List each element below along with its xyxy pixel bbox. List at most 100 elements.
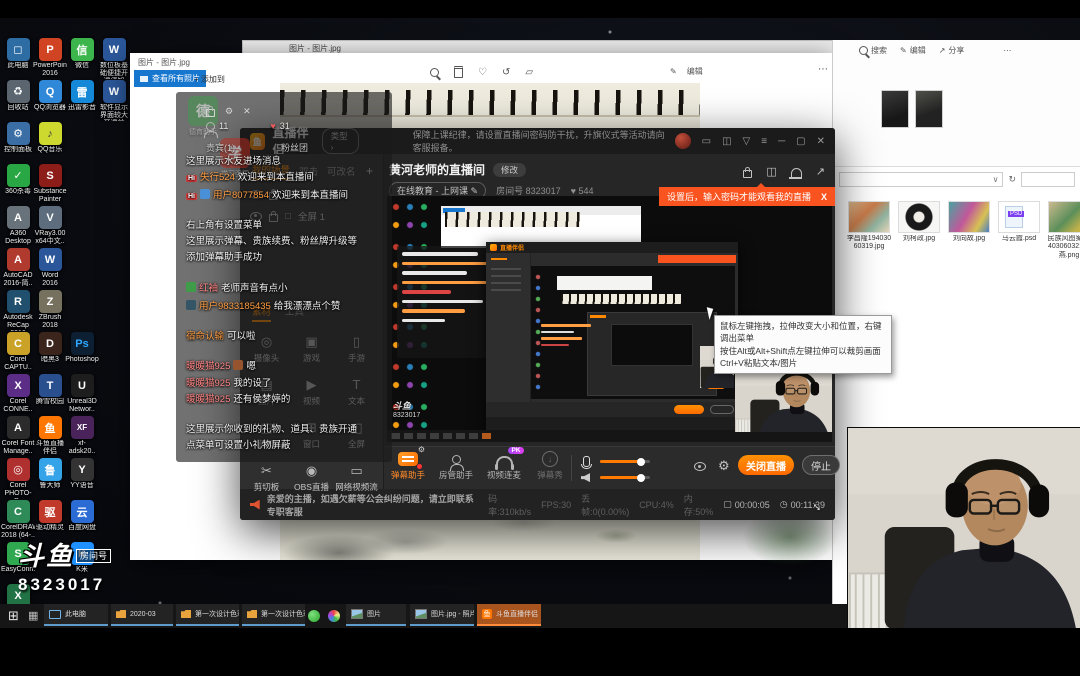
microphone-icon[interactable]: [583, 456, 590, 467]
desktop-icon[interactable]: ✓360杀毒: [2, 164, 34, 196]
tab-vip[interactable]: 贵宾(1): [206, 141, 235, 154]
desktop-icon[interactable]: XCorel CONNE..: [2, 374, 34, 414]
desktop-icon[interactable]: YYY语音: [66, 458, 98, 490]
projection-icon[interactable]: ▭: [702, 136, 711, 147]
favorite-icon[interactable]: ♡: [478, 67, 487, 78]
desktop-icon[interactable]: ♻回收站: [2, 80, 34, 112]
desktop-icon[interactable]: AAutoCAD 2016-简..: [2, 248, 34, 288]
taskbar-item-pictures[interactable]: 图片: [346, 604, 406, 626]
edit-room-button[interactable]: 修改: [493, 163, 526, 177]
video-link-button[interactable]: PK 视频连麦: [484, 451, 524, 481]
refresh-icon[interactable]: ↻: [1008, 174, 1016, 185]
material-obs[interactable]: ◉OBS直播: [289, 463, 334, 493]
danmu-show-button[interactable]: ↓ 弹幕秀: [530, 451, 570, 481]
minimize-button[interactable]: ─: [778, 136, 785, 147]
rotate-icon[interactable]: ↺: [502, 67, 510, 78]
menu-icon[interactable]: ≡: [761, 136, 767, 147]
desktop-icon[interactable]: ZZBrush 2018: [34, 290, 66, 330]
chevron-down-icon[interactable]: ∨: [993, 175, 999, 184]
address-bar[interactable]: ∨: [839, 172, 1003, 187]
taskbar-wechat-icon[interactable]: [308, 610, 320, 622]
share-icon[interactable]: ↗: [816, 165, 825, 178]
gear-icon[interactable]: ⚙: [225, 106, 233, 117]
desktop-icon[interactable]: PPowerPoint 2016: [34, 38, 66, 78]
delete-icon[interactable]: [454, 66, 463, 78]
photo-thumbnail[interactable]: [881, 90, 909, 128]
desktop-icon[interactable]: W数位板基础便捷开课须知: [98, 38, 130, 79]
desktop-icon[interactable]: 云百度网盘: [66, 500, 98, 532]
share-button[interactable]: ↗分享: [939, 45, 965, 56]
maximize-button[interactable]: ▢: [796, 136, 805, 147]
desktop-icon[interactable]: RAutodesk ReCap 2016: [2, 290, 34, 331]
notification-bell-icon[interactable]: [791, 168, 802, 177]
desktop-icon[interactable]: W软件显示界面较大开课前: [98, 80, 130, 121]
file-item[interactable]: 民族风图案19403060321刘燕.png: [1047, 201, 1080, 260]
file-item[interactable]: 刘向故.jpg: [947, 201, 991, 260]
taskbar-item-explorer[interactable]: 此电脑: [44, 604, 108, 626]
desktop-icon[interactable]: D暗黑3: [34, 332, 66, 364]
start-button[interactable]: ⊞: [8, 608, 19, 624]
close-tip-button[interactable]: X: [821, 192, 827, 202]
close-icon[interactable]: ✕: [243, 106, 251, 117]
password-lock-icon[interactable]: [743, 170, 752, 178]
danmu-assistant-button[interactable]: ⚙ 弹幕助手: [388, 451, 428, 481]
desktop-icon[interactable]: 鱼斗鱼直播伴侣: [34, 416, 66, 456]
preview-visibility-icon[interactable]: [694, 462, 706, 471]
desktop-icon[interactable]: VVRay3.00 x64中文..: [34, 206, 66, 246]
lock-icon[interactable]: [206, 109, 215, 117]
desktop-icon[interactable]: ACorel Font Manage..: [2, 416, 34, 456]
desktop-icon[interactable]: 鲁鲁大师: [34, 458, 66, 490]
desktop-icon[interactable]: PsPhotoshop: [66, 332, 98, 364]
desktop-icon[interactable]: CCorelDRAW 2018 (64-..: [2, 500, 34, 540]
settings-gear-icon[interactable]: ⚙: [718, 458, 730, 474]
desktop-icon[interactable]: QQQ浏览器: [34, 80, 66, 112]
desktop-icon[interactable]: CCorel CAPTU..: [2, 332, 34, 372]
search-box[interactable]: [1021, 172, 1075, 187]
more-menu-icon[interactable]: ⋯: [818, 64, 828, 75]
zoom-icon[interactable]: [430, 68, 439, 77]
crop-icon[interactable]: ▱: [525, 67, 533, 78]
desktop-icon[interactable]: ♪QQ音乐: [34, 122, 66, 154]
desktop-icon[interactable]: ⚙控制面板: [2, 122, 34, 154]
add-to-button[interactable]: + 添加到: [194, 74, 225, 85]
avatar[interactable]: [675, 133, 691, 149]
taskbar-item-folder[interactable]: 第一次设计色彩作业: [242, 604, 305, 626]
desktop-icon[interactable]: ◻此电脑: [2, 38, 34, 70]
mini-window-icon[interactable]: ◫: [722, 136, 731, 147]
desktop-icon[interactable]: SSubstance Painter: [34, 164, 66, 204]
taskbar-photos-icon[interactable]: [328, 610, 340, 622]
desktop-icon[interactable]: XFxf-adsk20..: [66, 416, 98, 456]
taskbar-item-photo-viewer[interactable]: 图片.jpg - 照片: [410, 604, 474, 626]
material-network-stream[interactable]: ▭网络视频流: [334, 463, 379, 493]
speaker-icon[interactable]: [581, 473, 590, 482]
task-view-button[interactable]: ▦: [28, 609, 38, 622]
desktop-icon[interactable]: AA360 Desktop: [2, 206, 34, 246]
file-item[interactable]: 刘柯政.jpg: [897, 201, 941, 260]
desktop-icon[interactable]: 信微信: [66, 38, 98, 70]
close-live-button[interactable]: 关闭直播: [738, 455, 794, 475]
close-button[interactable]: ✕: [817, 136, 825, 147]
photo-thumbnail[interactable]: [915, 90, 943, 128]
edit-button[interactable]: ✎编辑: [900, 45, 926, 56]
desktop-icon[interactable]: UUnreal3D Networ..: [66, 374, 98, 414]
stop-button[interactable]: 停止: [802, 455, 840, 475]
taskbar-item-folder[interactable]: 2020-03: [111, 604, 173, 626]
taskbar-item-douyu-active[interactable]: 鱼斗鱼直播伴侣: [477, 604, 541, 626]
speaker-volume-slider[interactable]: [600, 476, 650, 479]
photos-edit-group[interactable]: ✎ 编辑: [670, 66, 703, 77]
layout-icon[interactable]: ◫: [766, 165, 776, 178]
moderator-assistant-button[interactable]: 房管助手: [436, 451, 476, 481]
file-item[interactable]: PSD马云霞.psd: [997, 201, 1041, 260]
tab-fanclub[interactable]: 粉丝团: [281, 141, 308, 154]
search-button[interactable]: 搜索: [859, 45, 887, 56]
desktop-icon[interactable]: T腾雪校园: [34, 374, 66, 406]
desktop-icon[interactable]: 驱驱动精灵: [34, 500, 66, 532]
mic-volume-slider[interactable]: [600, 460, 650, 463]
desktop-icon[interactable]: WWord 2016: [34, 248, 66, 288]
taskbar-item-folder[interactable]: 第一次设计色彩作业: [176, 604, 239, 626]
filter-icon[interactable]: ▽: [743, 136, 751, 147]
more-menu-icon[interactable]: ⋯: [1003, 46, 1011, 55]
desktop-icon[interactable]: 雷迅雷影音: [66, 80, 98, 112]
material-clipboard[interactable]: ✂剪切板: [244, 463, 289, 493]
file-item[interactable]: 李昌隆19403060319.jpg: [847, 201, 891, 260]
